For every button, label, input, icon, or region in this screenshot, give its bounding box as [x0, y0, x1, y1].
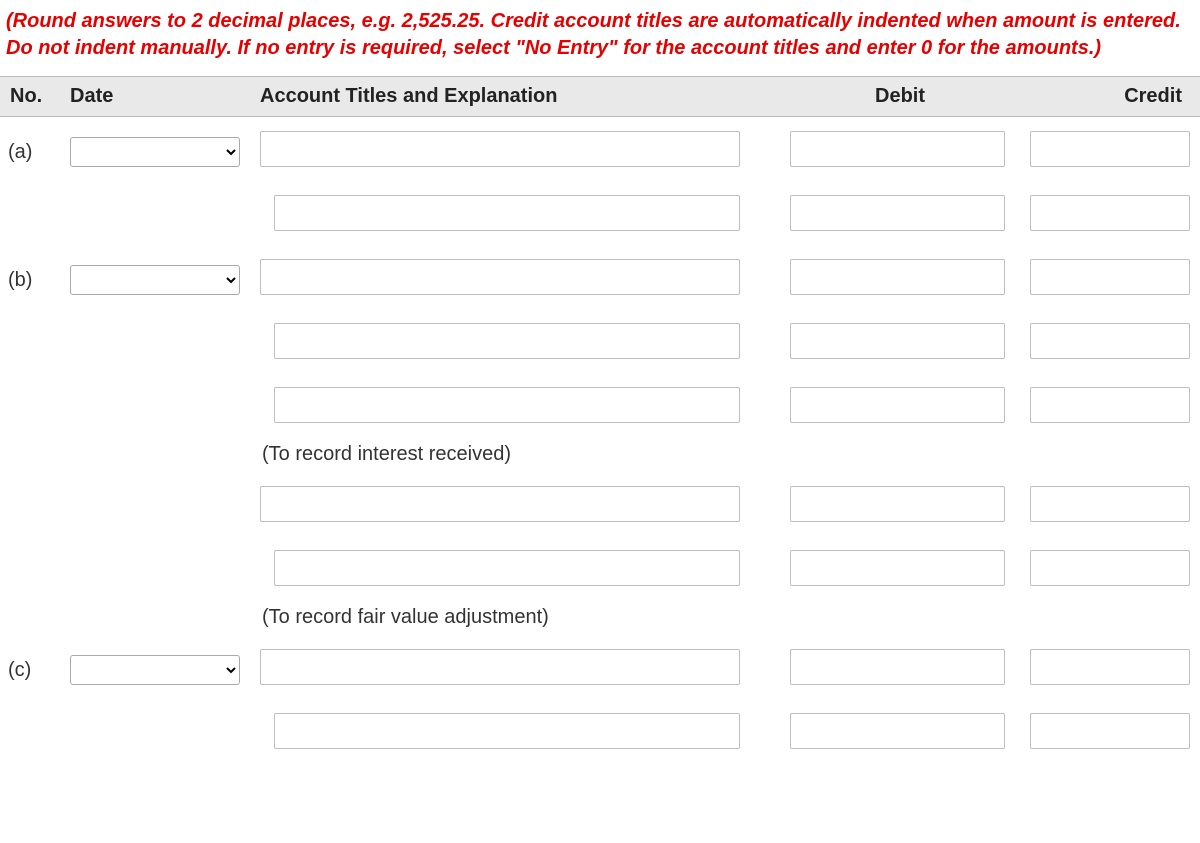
- debit-input[interactable]: [790, 259, 1005, 295]
- account-input[interactable]: [260, 649, 740, 685]
- row-label-a: (a): [0, 117, 60, 182]
- debit-input[interactable]: [790, 713, 1005, 749]
- table-row: (c): [0, 635, 1200, 699]
- date-select-c[interactable]: [70, 655, 240, 685]
- table-row: [0, 181, 1200, 245]
- debit-input[interactable]: [790, 195, 1005, 231]
- account-input[interactable]: [274, 195, 740, 231]
- table-row: [0, 472, 1200, 536]
- table-row: [0, 309, 1200, 373]
- row-label-b: (b): [0, 245, 60, 309]
- date-select-b[interactable]: [70, 265, 240, 295]
- journal-entry-table: No. Date Account Titles and Explanation …: [0, 76, 1200, 763]
- header-no: No.: [0, 77, 60, 117]
- account-input[interactable]: [274, 550, 740, 586]
- account-input[interactable]: [274, 387, 740, 423]
- debit-input[interactable]: [790, 387, 1005, 423]
- credit-input[interactable]: [1030, 713, 1190, 749]
- table-row: [0, 699, 1200, 763]
- header-credit: Credit: [1020, 77, 1200, 117]
- debit-input[interactable]: [790, 486, 1005, 522]
- credit-input[interactable]: [1030, 649, 1190, 685]
- table-row: (To record fair value adjustment): [0, 600, 1200, 635]
- account-input[interactable]: [260, 259, 740, 295]
- account-input[interactable]: [274, 713, 740, 749]
- credit-input[interactable]: [1030, 486, 1190, 522]
- debit-input[interactable]: [790, 550, 1005, 586]
- credit-input[interactable]: [1030, 131, 1190, 167]
- debit-input[interactable]: [790, 649, 1005, 685]
- table-row: (a): [0, 117, 1200, 182]
- header-date: Date: [60, 77, 250, 117]
- date-select-a[interactable]: [70, 137, 240, 167]
- table-row: (To record interest received): [0, 437, 1200, 472]
- explanation-text: (To record fair value adjustment): [260, 606, 549, 628]
- header-debit: Debit: [780, 77, 1020, 117]
- table-row: (b): [0, 245, 1200, 309]
- header-account: Account Titles and Explanation: [250, 77, 780, 117]
- debit-input[interactable]: [790, 323, 1005, 359]
- credit-input[interactable]: [1030, 195, 1190, 231]
- credit-input[interactable]: [1030, 323, 1190, 359]
- account-input[interactable]: [274, 323, 740, 359]
- explanation-text: (To record interest received): [260, 443, 511, 465]
- credit-input[interactable]: [1030, 550, 1190, 586]
- account-input[interactable]: [260, 131, 740, 167]
- account-input[interactable]: [260, 486, 740, 522]
- credit-input[interactable]: [1030, 387, 1190, 423]
- instructions-text: (Round answers to 2 decimal places, e.g.…: [0, 0, 1200, 76]
- debit-input[interactable]: [790, 131, 1005, 167]
- table-row: [0, 536, 1200, 600]
- row-label-c: (c): [0, 635, 60, 699]
- table-row: [0, 373, 1200, 437]
- credit-input[interactable]: [1030, 259, 1190, 295]
